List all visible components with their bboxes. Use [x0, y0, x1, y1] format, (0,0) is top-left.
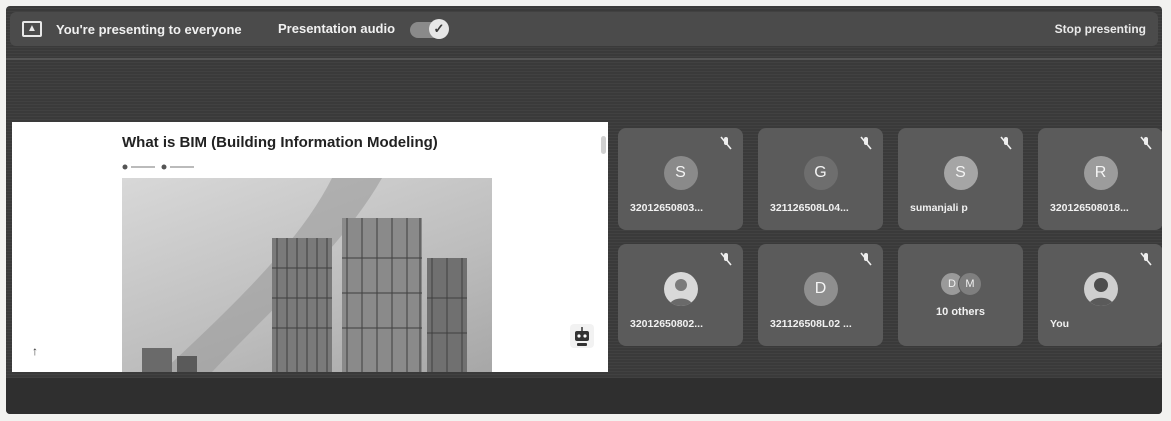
avatar-photo	[1083, 272, 1118, 306]
participant-name: 32012650802...	[630, 318, 703, 330]
mic-off-icon	[860, 136, 872, 150]
building-construction-image	[122, 178, 492, 372]
meeting-window: ▲ You're presenting to everyone Presenta…	[6, 6, 1162, 414]
participant-name: sumanjali p	[910, 202, 968, 214]
scroll-up-icon[interactable]: ↑	[32, 344, 38, 358]
check-icon: ✓	[429, 19, 449, 39]
participant-tile[interactable]: D 321126508L02 ...	[758, 244, 883, 346]
avatar-photo	[663, 272, 698, 306]
participant-name: 320126508018...	[1050, 202, 1129, 214]
mic-off-icon	[720, 136, 732, 150]
presentation-audio-toggle[interactable]: ✓	[410, 19, 449, 39]
presenting-status-text: You're presenting to everyone	[56, 22, 242, 37]
slide-scrollbar[interactable]	[601, 136, 606, 154]
divider	[6, 58, 1162, 60]
avatar: S	[943, 156, 978, 190]
avatar: D	[803, 272, 838, 306]
stop-presenting-button[interactable]: Stop presenting	[1049, 16, 1152, 42]
participant-tile[interactable]: 32012650802...	[618, 244, 743, 346]
slide-meta-icons	[122, 164, 194, 170]
mic-off-icon	[860, 252, 872, 266]
presenting-bar: ▲ You're presenting to everyone Presenta…	[10, 12, 1158, 46]
participant-tile[interactable]: G 321126508L04...	[758, 128, 883, 230]
chat-bot-icon[interactable]	[568, 322, 596, 350]
participant-tile[interactable]: S 32012650803...	[618, 128, 743, 230]
avatar: R	[1083, 156, 1118, 190]
present-screen-icon: ▲	[22, 21, 42, 37]
shared-screen: What is BIM (Building Information Modeli…	[12, 122, 608, 372]
others-tile[interactable]: D M 10 others	[898, 244, 1023, 346]
others-avatars: D M	[940, 272, 984, 296]
presentation-audio-label: Presentation audio	[278, 21, 396, 36]
participant-name: 32012650803...	[630, 202, 703, 214]
participant-tile[interactable]: R 320126508018...	[1038, 128, 1162, 230]
slide-title: What is BIM (Building Information Modeli…	[122, 134, 438, 151]
avatar: S	[663, 156, 698, 190]
participant-name: You	[1050, 318, 1070, 330]
mic-off-icon	[1140, 252, 1152, 266]
meeting-controls-bar	[6, 378, 1162, 414]
self-tile[interactable]: You	[1038, 244, 1162, 346]
avatar: M	[958, 272, 982, 296]
participant-name: 321126508L02 ...	[770, 318, 852, 330]
mic-off-icon	[720, 252, 732, 266]
others-count: 10 others	[936, 306, 985, 318]
mic-off-icon	[1140, 136, 1152, 150]
avatar: G	[803, 156, 838, 190]
participant-name: 321126508L04...	[770, 202, 849, 214]
mic-off-icon	[1000, 136, 1012, 150]
participant-tile[interactable]: S sumanjali p	[898, 128, 1023, 230]
